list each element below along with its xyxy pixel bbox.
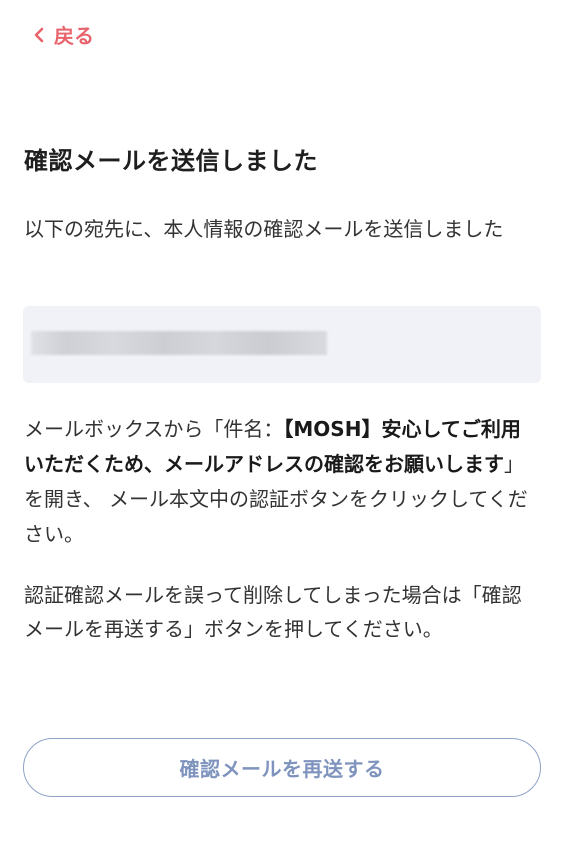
chevron-left-icon bbox=[34, 27, 44, 42]
back-button[interactable]: 戻る bbox=[32, 20, 94, 49]
intro-text: 以下の宛先に、本人情報の確認メールを送信しました bbox=[24, 217, 504, 241]
back-label: 戻る bbox=[54, 24, 94, 48]
email-value: (redacted email address) bbox=[23, 306, 24, 307]
redacted-email bbox=[31, 331, 327, 355]
page-title: 確認メールを送信しました bbox=[24, 147, 318, 175]
email-address-box: (redacted email address) bbox=[23, 306, 541, 383]
instructions-part1: メールボックスから「件名： bbox=[24, 417, 284, 441]
instructions-text: メールボックスから「件名：【MOSH】安心してご利用いただくため、メールアドレス… bbox=[24, 412, 540, 552]
resend-button[interactable]: 確認メールを再送する bbox=[23, 738, 541, 797]
email-confirmation-screen: 戻る 確認メールを送信しました 以下の宛先に、本人情報の確認メールを送信しました… bbox=[0, 0, 563, 850]
resend-note: 認証確認メールを誤って削除してしまった場合は「確認メールを再送する」ボタンを押し… bbox=[24, 583, 522, 641]
